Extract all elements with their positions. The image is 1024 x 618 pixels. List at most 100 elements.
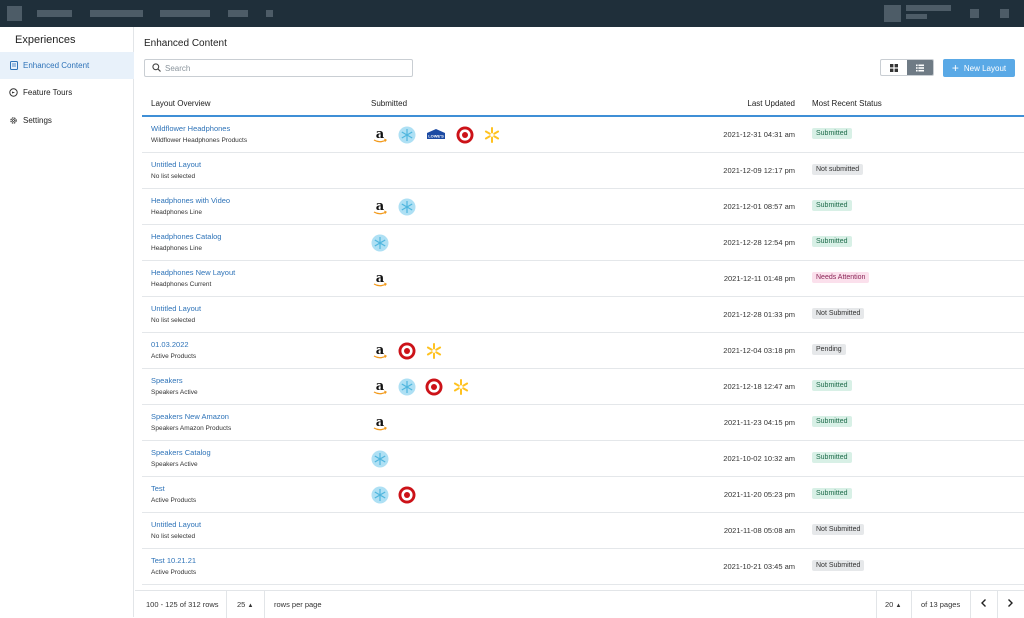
table-row[interactable]: Untitled Layout No list selected 2021-12-2… xyxy=(142,297,1024,333)
table-row[interactable]: 01.03.2022 Active Products a 2021-12-04 03:… xyxy=(142,333,1024,369)
layout-title-link[interactable]: Untitled Layout xyxy=(151,520,201,529)
amazon-logo-icon: a xyxy=(371,126,389,144)
retailer-logos: a LOWE'S xyxy=(371,126,501,144)
divider xyxy=(997,591,998,618)
sidebar-item-label: Enhanced Content xyxy=(23,61,90,70)
row-range: 100 - 125 of 312 rows xyxy=(146,600,219,609)
last-updated: 2021-11-23 04:15 pm xyxy=(723,418,795,427)
amazon-logo-icon: a xyxy=(371,414,389,432)
layout-title-link[interactable]: Speakers xyxy=(151,376,183,385)
walmart-spark-logo-icon xyxy=(398,126,416,144)
rows-per-page-select[interactable]: 25 ▲ xyxy=(237,600,253,609)
layout-list-name: Headphones Current xyxy=(151,281,212,288)
table-row[interactable]: Speakers Catalog Speakers Active 2021-10-0… xyxy=(142,441,1024,477)
next-page-button[interactable] xyxy=(1005,598,1015,610)
status-badge: Not Submitted xyxy=(812,524,865,535)
page-select[interactable]: 20 ▲ xyxy=(885,600,901,609)
layout-list-name: No list selected xyxy=(151,533,196,540)
target-logo-icon xyxy=(425,378,443,396)
column-header-status[interactable]: Most Recent Status xyxy=(812,99,882,108)
divider xyxy=(264,591,265,618)
table-row[interactable]: Headphones Catalog Headphones Line 2021-12… xyxy=(142,225,1024,261)
app-logo[interactable] xyxy=(7,6,22,21)
layout-title-link[interactable]: Headphones Catalog xyxy=(151,232,221,241)
notifications-icon[interactable] xyxy=(970,9,979,18)
last-updated: 2021-10-21 03:45 am xyxy=(723,562,795,571)
status-badge: Not submitted xyxy=(812,164,864,175)
nav-item-5[interactable] xyxy=(266,10,273,17)
layout-list-name: Active Products xyxy=(151,497,197,504)
gear-icon xyxy=(9,116,18,125)
table-row[interactable]: Untitled Layout No list selected 2021-11-0… xyxy=(142,513,1024,549)
page-title: Enhanced Content xyxy=(144,38,227,49)
layout-list-name: Wildflower Headphones Products xyxy=(151,137,248,144)
table-row[interactable]: Wildflower Headphones Wildflower Headphon… xyxy=(142,117,1024,153)
layout-list-name: No list selected xyxy=(151,173,196,180)
grid-view-button[interactable] xyxy=(881,60,907,75)
status-badge: Not Submitted xyxy=(812,308,865,319)
layout-title-link[interactable]: Wildflower Headphones xyxy=(151,124,230,133)
menu-icon[interactable] xyxy=(1000,9,1009,18)
sidebar-item-feature-tours[interactable]: Feature Tours xyxy=(0,79,134,106)
table-row[interactable]: Test Active Products 2021-11-20 05:23 pm Su… xyxy=(142,477,1024,513)
layout-title-link[interactable]: Test xyxy=(151,484,165,493)
main-content: Enhanced Content + New Layout Layout Ove… xyxy=(135,27,1024,617)
layout-list-name: Active Products xyxy=(151,569,197,576)
account-name[interactable] xyxy=(906,5,951,11)
amazon-logo-icon: a xyxy=(371,198,389,216)
amazon-logo-icon: a xyxy=(371,342,389,360)
retailer-logos xyxy=(371,234,389,252)
nav-item-3[interactable] xyxy=(160,10,210,17)
prev-page-button[interactable] xyxy=(979,598,989,610)
table-row[interactable]: Test 10.21.21 Active Products 2021-10-21 0… xyxy=(142,549,1024,585)
table-row[interactable]: Headphones with Video Headphones Line a 202… xyxy=(142,189,1024,225)
nav-item-4[interactable] xyxy=(228,10,248,17)
layout-title-link[interactable]: Untitled Layout xyxy=(151,304,201,313)
document-icon xyxy=(9,61,18,70)
rows-per-page-label: rows per page xyxy=(274,600,322,609)
search-box[interactable] xyxy=(144,59,413,77)
retailer-logos xyxy=(371,486,416,504)
search-input[interactable] xyxy=(165,63,405,73)
pagination-bar: 100 - 125 of 312 rows 25 ▲ rows per page… xyxy=(135,590,1024,618)
column-header-last-updated[interactable]: Last Updated xyxy=(747,99,795,108)
layout-title-link[interactable]: Speakers New Amazon xyxy=(151,412,229,421)
layout-title-link[interactable]: Untitled Layout xyxy=(151,160,201,169)
caret-up-icon: ▲ xyxy=(247,603,254,609)
sidebar-item-enhanced-content[interactable]: Enhanced Content xyxy=(0,52,134,79)
layout-title-link[interactable]: 01.03.2022 xyxy=(151,340,189,349)
last-updated: 2021-12-28 01:33 pm xyxy=(723,310,795,319)
table-row[interactable]: Speakers New Amazon Speakers Amazon Produ… xyxy=(142,405,1024,441)
sidebar-item-settings[interactable]: Settings xyxy=(0,107,134,134)
walmart-logo-icon xyxy=(425,342,443,360)
nav-item-2[interactable] xyxy=(90,10,143,17)
layout-title-link[interactable]: Headphones New Layout xyxy=(151,268,235,277)
tour-icon xyxy=(9,88,18,97)
layout-list-name: Speakers Active xyxy=(151,389,198,396)
list-view-button[interactable] xyxy=(907,60,933,75)
layout-title-link[interactable]: Headphones with Video xyxy=(151,196,230,205)
last-updated: 2021-12-11 01:48 pm xyxy=(723,274,795,283)
status-badge: Submitted xyxy=(812,416,852,427)
search-icon xyxy=(152,59,161,77)
svg-text:a: a xyxy=(376,415,385,430)
svg-text:a: a xyxy=(376,127,385,142)
sidebar: Experiences Enhanced Content Feature Tou… xyxy=(0,27,134,617)
nav-item-1[interactable] xyxy=(37,10,72,17)
walmart-spark-logo-icon xyxy=(398,198,416,216)
rows-per-page-value: 25 xyxy=(237,600,246,609)
new-layout-button[interactable]: + New Layout xyxy=(943,59,1015,77)
divider xyxy=(911,591,912,618)
last-updated: 2021-11-20 05:23 pm xyxy=(723,490,795,499)
avatar[interactable] xyxy=(884,5,901,22)
layout-list-name: Active Products xyxy=(151,353,197,360)
column-header-overview[interactable]: Layout Overview xyxy=(151,99,211,108)
table-row[interactable]: Untitled Layout No list selected 2021-12-0… xyxy=(142,153,1024,189)
table-row[interactable]: Speakers Speakers Active a 2021-12-18 12:47… xyxy=(142,369,1024,405)
column-header-submitted[interactable]: Submitted xyxy=(371,99,407,108)
layout-title-link[interactable]: Test 10.21.21 xyxy=(151,556,196,565)
top-bar xyxy=(0,0,1024,27)
svg-text:LOWE'S: LOWE'S xyxy=(428,134,444,139)
table-row[interactable]: Headphones New Layout Headphones Current a… xyxy=(142,261,1024,297)
layout-title-link[interactable]: Speakers Catalog xyxy=(151,448,211,457)
